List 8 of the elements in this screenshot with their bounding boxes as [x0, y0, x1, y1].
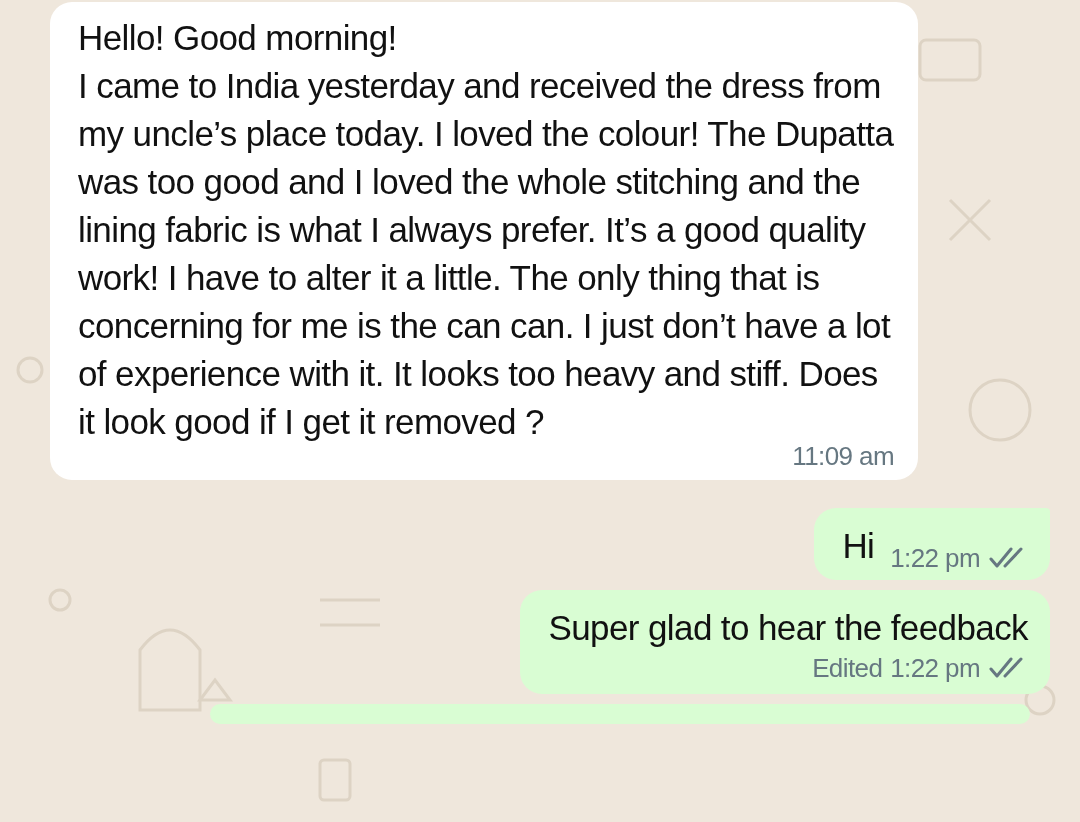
message-text: Super glad to hear the feedback — [548, 607, 1028, 649]
message-time: 11:09 am — [792, 440, 894, 472]
message-time: 1:22 pm — [890, 652, 980, 684]
message-text: Hello! Good morning! — [78, 17, 398, 59]
message-text: I came to India yesterday and received the dress from my uncle’s place today. I loved the colour! The Dupatta was too good and I loved the whole stitching and the lining fabric is what I always prefer. It’s a good quality work! I have to alter it a little. The only thing that is concerning for me is the can can. I just don’t have a lot of experience with it. It looks too heavy and stiff. Does it look good if I get it removed ? — [78, 65, 894, 443]
message-time: 1:22 pm — [890, 542, 980, 574]
message-text: Hi — [842, 525, 875, 567]
edited-label: Edited — [812, 652, 883, 684]
